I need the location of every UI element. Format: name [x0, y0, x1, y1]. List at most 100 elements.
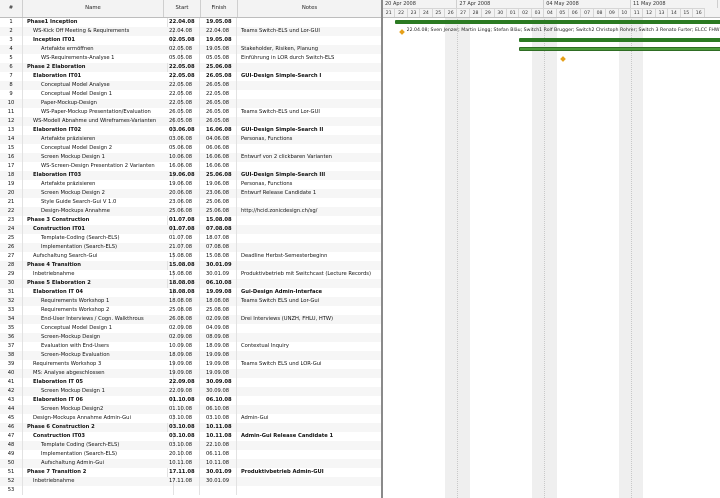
- column-header-notes[interactable]: Notes: [238, 0, 381, 17]
- task-start[interactable]: 20.06.08: [164, 189, 200, 198]
- table-row[interactable]: 36 Screen-Mockup Design 02.09.08 08.09.08: [0, 333, 381, 342]
- table-row[interactable]: 21 Style Guide Search-Gui V 1.0 23.06.08 25…: [0, 198, 381, 207]
- table-row[interactable]: 24 Construction IT01 01.07.08 07.08.08: [0, 225, 381, 234]
- task-start[interactable]: 26.05.08: [164, 108, 200, 117]
- table-row[interactable]: 53: [0, 486, 381, 495]
- table-row[interactable]: 46 Phase 6 Construction 2 03.10.08 10.11.08: [0, 423, 381, 432]
- task-start[interactable]: 22.05.08: [164, 63, 200, 72]
- task-name[interactable]: Design-Mockups Annahme Admin-Gui: [23, 414, 174, 423]
- task-name[interactable]: Phase 3 Construction: [23, 216, 168, 225]
- task-name[interactable]: Conceptual Model Design 1: [23, 324, 182, 333]
- table-row[interactable]: 10 Paper-Mockup-Design 22.05.08 26.05.08: [0, 99, 381, 108]
- task-name[interactable]: Template-Coding (Search-ELS): [23, 234, 182, 243]
- task-notes[interactable]: GUI-Design Simple-Search I: [238, 72, 381, 81]
- task-start[interactable]: 03.10.08: [164, 414, 200, 423]
- table-row[interactable]: 6 Phase 2 Elaboration 22.05.08 25.06.08: [0, 63, 381, 72]
- task-name[interactable]: Phase 5 Elaboration 2: [23, 279, 168, 288]
- task-notes[interactable]: [238, 324, 381, 333]
- task-name[interactable]: Phase 2 Elaboration: [23, 63, 168, 72]
- column-header-number[interactable]: #: [0, 0, 23, 17]
- task-notes[interactable]: Produktivbetrieb Admin-GUI: [238, 468, 381, 477]
- task-finish[interactable]: 04.09.08: [201, 324, 237, 333]
- task-name[interactable]: Phase 7 Transition 2: [23, 468, 168, 477]
- task-name[interactable]: MS: Analyse abgeschlossen: [23, 369, 174, 378]
- task-notes[interactable]: [238, 234, 381, 243]
- table-row[interactable]: 37 Evaluation with End-Users 10.09.08 18.09…: [0, 342, 381, 351]
- table-row[interactable]: 5 WS-Requirements-Analyse 1 05.05.08 05.05.…: [0, 54, 381, 63]
- task-finish[interactable]: 22.05.08: [201, 90, 237, 99]
- task-name[interactable]: Elaboration IT01: [23, 72, 174, 81]
- task-notes[interactable]: [238, 117, 381, 126]
- task-finish[interactable]: 25.06.08: [201, 63, 237, 72]
- task-notes[interactable]: Produktivbetrieb mit Switchcast (Lecture…: [238, 270, 381, 279]
- table-row[interactable]: 35 Conceptual Model Design 1 02.09.08 04.09…: [0, 324, 381, 333]
- task-start[interactable]: 26.05.08: [164, 117, 200, 126]
- task-start[interactable]: 18.08.08: [164, 288, 200, 297]
- table-row[interactable]: 45 Design-Mockups Annahme Admin-Gui 03.10.…: [0, 414, 381, 423]
- task-notes[interactable]: [238, 36, 381, 45]
- task-notes[interactable]: [238, 387, 381, 396]
- task-finish[interactable]: 19.06.08: [201, 180, 237, 189]
- task-start[interactable]: 18.09.08: [164, 351, 200, 360]
- task-start[interactable]: 03.06.08: [164, 126, 200, 135]
- table-row[interactable]: 2 WS-Kick Off Meeting & Requirements 22.04…: [0, 27, 381, 36]
- task-start[interactable]: 01.07.08: [164, 216, 200, 225]
- task-start[interactable]: 22.09.08: [164, 387, 200, 396]
- table-row[interactable]: 33 Requirements Workshop 2 25.08.08 25.08.0…: [0, 306, 381, 315]
- task-start[interactable]: 01.10.08: [164, 405, 200, 414]
- task-name[interactable]: Phase 6 Construction 2: [23, 423, 168, 432]
- table-row[interactable]: 7 Elaboration IT01 22.05.08 26.05.08 GUI-Des…: [0, 72, 381, 81]
- task-name[interactable]: Evaluation with End-Users: [23, 342, 182, 351]
- task-start[interactable]: 22.04.08: [164, 18, 200, 27]
- task-start[interactable]: 15.08.08: [164, 270, 200, 279]
- task-name[interactable]: Conceptual Model Design 2: [23, 144, 182, 153]
- task-notes[interactable]: [238, 351, 381, 360]
- task-finish[interactable]: 16.06.08: [201, 162, 237, 171]
- task-name[interactable]: Elaboration IT03: [23, 171, 174, 180]
- task-notes[interactable]: [238, 396, 381, 405]
- task-name[interactable]: Screen Mockup Design 2: [23, 189, 182, 198]
- task-name[interactable]: Requirements Workshop 1: [23, 297, 182, 306]
- table-row[interactable]: 15 Conceptual Model Design 2 05.06.08 06.06…: [0, 144, 381, 153]
- task-start[interactable]: 19.09.08: [164, 369, 200, 378]
- task-finish[interactable]: 02.09.08: [201, 315, 237, 324]
- table-row[interactable]: 1 Phase1 Inception 22.04.08 19.05.08: [0, 18, 381, 27]
- table-row[interactable]: 11 WS-Paper-Mockup Presentation/Evaluatio…: [0, 108, 381, 117]
- table-row[interactable]: 29 Inbetriebnahme 15.08.08 30.01.09 Produkti…: [0, 270, 381, 279]
- task-finish[interactable]: 25.06.08: [201, 198, 237, 207]
- task-start[interactable]: 22.05.08: [164, 72, 200, 81]
- task-start[interactable]: 17.11.08: [164, 477, 200, 486]
- summary-bar[interactable]: [519, 38, 720, 42]
- task-finish[interactable]: 25.06.08: [201, 171, 237, 180]
- task-start[interactable]: 22.05.08: [164, 90, 200, 99]
- task-notes[interactable]: Contextual Inquiry: [238, 342, 381, 351]
- task-start[interactable]: 03.10.08: [164, 423, 200, 432]
- task-finish[interactable]: 10.11.08: [201, 459, 237, 468]
- task-finish[interactable]: 07.08.08: [201, 225, 237, 234]
- column-header-finish[interactable]: Finish: [201, 0, 238, 17]
- task-name[interactable]: Implementation (Search-ELS): [23, 450, 182, 459]
- table-row[interactable]: 20 Screen Mockup Design 2 20.06.08 23.06.08…: [0, 189, 381, 198]
- milestone-marker[interactable]: [559, 56, 566, 62]
- table-row[interactable]: 52 Inbetriebnahme 17.11.08 30.01.09: [0, 477, 381, 486]
- task-name[interactable]: Artefakte ermöffnen: [23, 45, 182, 54]
- task-notes[interactable]: [238, 441, 381, 450]
- task-notes[interactable]: [238, 450, 381, 459]
- task-finish[interactable]: 30.01.09: [201, 261, 237, 270]
- task-name[interactable]: Screen-Mockup Design: [23, 333, 182, 342]
- task-finish[interactable]: 06.10.08: [201, 396, 237, 405]
- task-start[interactable]: 16.06.08: [164, 162, 200, 171]
- task-finish[interactable]: 15.08.08: [201, 252, 237, 261]
- task-name[interactable]: Artefakte präzisieren: [23, 180, 182, 189]
- table-row[interactable]: 9 Conceptual Model Design 1 22.05.08 22.05.…: [0, 90, 381, 99]
- task-start[interactable]: 10.06.08: [164, 153, 200, 162]
- task-notes[interactable]: [238, 486, 381, 495]
- table-row[interactable]: 49 Implementation (Search-ELS) 20.10.08 06.…: [0, 450, 381, 459]
- task-finish[interactable]: 19.09.08: [201, 288, 237, 297]
- table-row[interactable]: 19 Artefakte präzisieren 19.06.08 19.06.08 P…: [0, 180, 381, 189]
- task-finish[interactable]: 06.11.08: [201, 450, 237, 459]
- task-name[interactable]: Phase 4 Transition: [23, 261, 168, 270]
- task-name[interactable]: Conceptual Model Design 1: [23, 90, 182, 99]
- table-row[interactable]: 26 Implementation (Search-ELS) 21.07.08 07.…: [0, 243, 381, 252]
- task-notes[interactable]: [238, 225, 381, 234]
